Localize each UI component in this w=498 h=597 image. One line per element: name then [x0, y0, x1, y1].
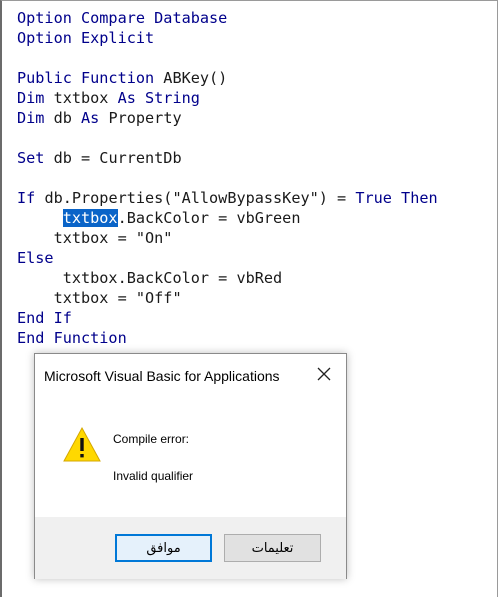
code-line: txtbox = "On"	[17, 228, 438, 248]
code-text: Property	[99, 109, 182, 127]
close-icon-glyph	[317, 367, 331, 381]
keyword: Option Explicit	[17, 29, 155, 47]
keyword: Dim	[17, 109, 45, 127]
code-text: txtbox	[44, 89, 118, 107]
code-text: txtbox.BackColor = vbRed	[17, 269, 283, 287]
keyword: End If	[17, 309, 72, 327]
code-line: End Function	[17, 328, 438, 348]
code-line: Dim db As Property	[17, 108, 438, 128]
keyword: Option Compare Database	[17, 9, 228, 27]
keyword: Dim	[17, 89, 45, 107]
code-text: db.Properties("AllowBypassKey") =	[35, 189, 356, 207]
keyword: As String	[117, 89, 200, 107]
code-line: Dim txtbox As String	[17, 88, 438, 108]
help-button[interactable]: تعليمات	[224, 534, 321, 562]
keyword: True Then	[355, 189, 438, 207]
code-line: Option Compare Database	[17, 8, 438, 28]
code-line: txtbox.BackColor = vbGreen	[17, 208, 438, 228]
ok-button[interactable]: موافق	[115, 534, 212, 562]
keyword: Public Function	[17, 69, 155, 87]
code-line: End If	[17, 308, 438, 328]
code-text: db	[44, 109, 82, 127]
code-line: txtbox.BackColor = vbRed	[17, 268, 438, 288]
code-line: Public Function ABKey()	[17, 68, 438, 88]
dialog-title: Microsoft Visual Basic for Applications	[44, 368, 280, 384]
error-detail: Invalid qualifier	[113, 469, 194, 483]
close-icon[interactable]	[314, 364, 334, 384]
keyword: Else	[17, 249, 54, 267]
code-line: Else	[17, 248, 438, 268]
keyword: As	[81, 109, 100, 127]
code-line: If db.Properties("AllowBypassKey") = Tru…	[17, 188, 438, 208]
code-text: db = CurrentDb	[44, 149, 182, 167]
code-text: .BackColor = vbGreen	[117, 209, 301, 227]
code-line: txtbox = "Off"	[17, 288, 438, 308]
warning-icon	[63, 426, 101, 462]
code-area[interactable]: Option Compare Database Option Explicit …	[17, 8, 438, 348]
code-line: Option Explicit	[17, 28, 438, 48]
selected-text[interactable]: txtbox	[62, 209, 118, 227]
code-text: txtbox = "Off"	[17, 289, 182, 307]
code-text: txtbox = "On"	[17, 229, 173, 247]
compile-error-dialog: Microsoft Visual Basic for Applications …	[34, 353, 347, 579]
error-title: Compile error:	[113, 432, 190, 446]
code-line: Set db = CurrentDb	[17, 148, 438, 168]
code-text: ABKey()	[154, 69, 228, 87]
keyword: If	[17, 189, 36, 207]
keyword: End Function	[17, 329, 127, 347]
keyword: Set	[17, 149, 45, 167]
